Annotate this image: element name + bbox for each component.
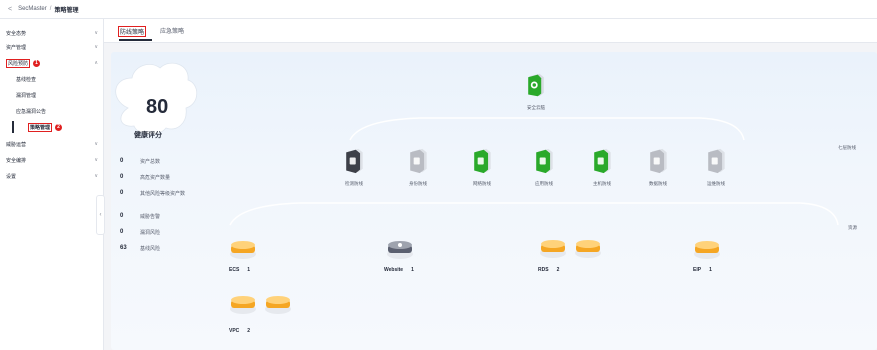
stat-vulnerability-risk: 0 漏洞风险 <box>120 227 160 237</box>
layer-identity-node[interactable]: 身份防线 <box>398 148 438 187</box>
layer-host-node[interactable]: 主机防线 <box>582 148 622 187</box>
asset-count: 1 <box>709 267 712 273</box>
stat-value: 0 <box>120 158 124 164</box>
asset-website[interactable]: Website 1 <box>384 267 414 273</box>
stat-value: 0 <box>120 213 124 219</box>
layer-operations-node[interactable]: 运维防线 <box>696 148 736 187</box>
rds-icon <box>540 240 601 258</box>
asset-ecs[interactable]: ECS 1 <box>229 267 250 273</box>
stat-high-risk-assets: 0 高危资产数量 <box>120 172 170 182</box>
shield-icon <box>474 148 491 174</box>
security-brain-node[interactable]: 安全云脑 <box>516 72 556 111</box>
asset-name: RDS <box>538 267 549 273</box>
stat-threat-alerts: 0 威胁告警 <box>120 211 160 221</box>
node-label: 安全云脑 <box>527 105 545 110</box>
node-label: 网络防线 <box>473 181 491 186</box>
layer-data-node[interactable]: 数据防线 <box>638 148 678 187</box>
node-label: 运维防线 <box>707 181 725 186</box>
website-icon <box>387 241 413 259</box>
asset-rds[interactable]: RDS 2 <box>538 267 559 273</box>
asset-count: 2 <box>556 267 560 273</box>
asset-count: 2 <box>247 328 251 334</box>
brain-icon <box>528 73 544 97</box>
layers-side-label: 七层防线 <box>838 145 856 150</box>
shield-icon <box>536 148 553 174</box>
asset-eip[interactable]: EIP 1 <box>693 267 712 273</box>
stat-label: 资产总数 <box>140 158 161 165</box>
node-label: 应用防线 <box>535 181 553 186</box>
asset-count: 1 <box>411 267 414 273</box>
ecs-icon <box>230 241 256 259</box>
layer-application-node[interactable]: 应用防线 <box>524 148 564 187</box>
asset-vpc[interactable]: VPC 2 <box>229 328 250 334</box>
asset-name: EIP <box>693 267 702 273</box>
stat-label: 漏洞风险 <box>140 229 161 236</box>
stat-label: 其他风险等级资产数 <box>140 190 186 197</box>
node-label: 身份防线 <box>409 181 427 186</box>
node-label: 检测防线 <box>345 181 363 186</box>
stat-other-risk-assets: 0 其他风险等级资产数 <box>120 188 185 198</box>
stat-label: 高危资产数量 <box>140 174 171 181</box>
stat-total-assets: 0 资产总数 <box>120 156 160 166</box>
health-score-label: 健康评分 <box>134 132 162 139</box>
assets-side-label: 资源 <box>848 225 857 230</box>
asset-name: Website <box>384 267 404 273</box>
stat-value: 63 <box>120 245 127 251</box>
vpc-icon <box>230 296 291 314</box>
shield-icon <box>594 148 611 174</box>
node-label: 主机防线 <box>593 181 611 186</box>
shield-icon <box>650 148 667 174</box>
stat-label: 威胁告警 <box>140 213 161 220</box>
eip-icon <box>694 241 720 259</box>
layer-detection-node[interactable]: 检测防线 <box>334 148 374 187</box>
node-label: 数据防线 <box>649 181 667 186</box>
shield-icon <box>410 148 427 174</box>
shield-icon <box>708 148 725 174</box>
stat-value: 0 <box>120 174 124 180</box>
stat-baseline-risk: 63 基线风险 <box>120 243 160 253</box>
asset-name: ECS <box>229 267 240 273</box>
stat-label: 基线风险 <box>140 245 161 252</box>
shield-icon <box>346 148 363 174</box>
stat-value: 0 <box>120 190 124 196</box>
layer-network-node[interactable]: 网络防线 <box>462 148 502 187</box>
health-score-value: 80 <box>146 96 169 118</box>
asset-name: VPC <box>229 328 240 334</box>
stat-value: 0 <box>120 229 124 235</box>
asset-count: 1 <box>247 267 251 273</box>
